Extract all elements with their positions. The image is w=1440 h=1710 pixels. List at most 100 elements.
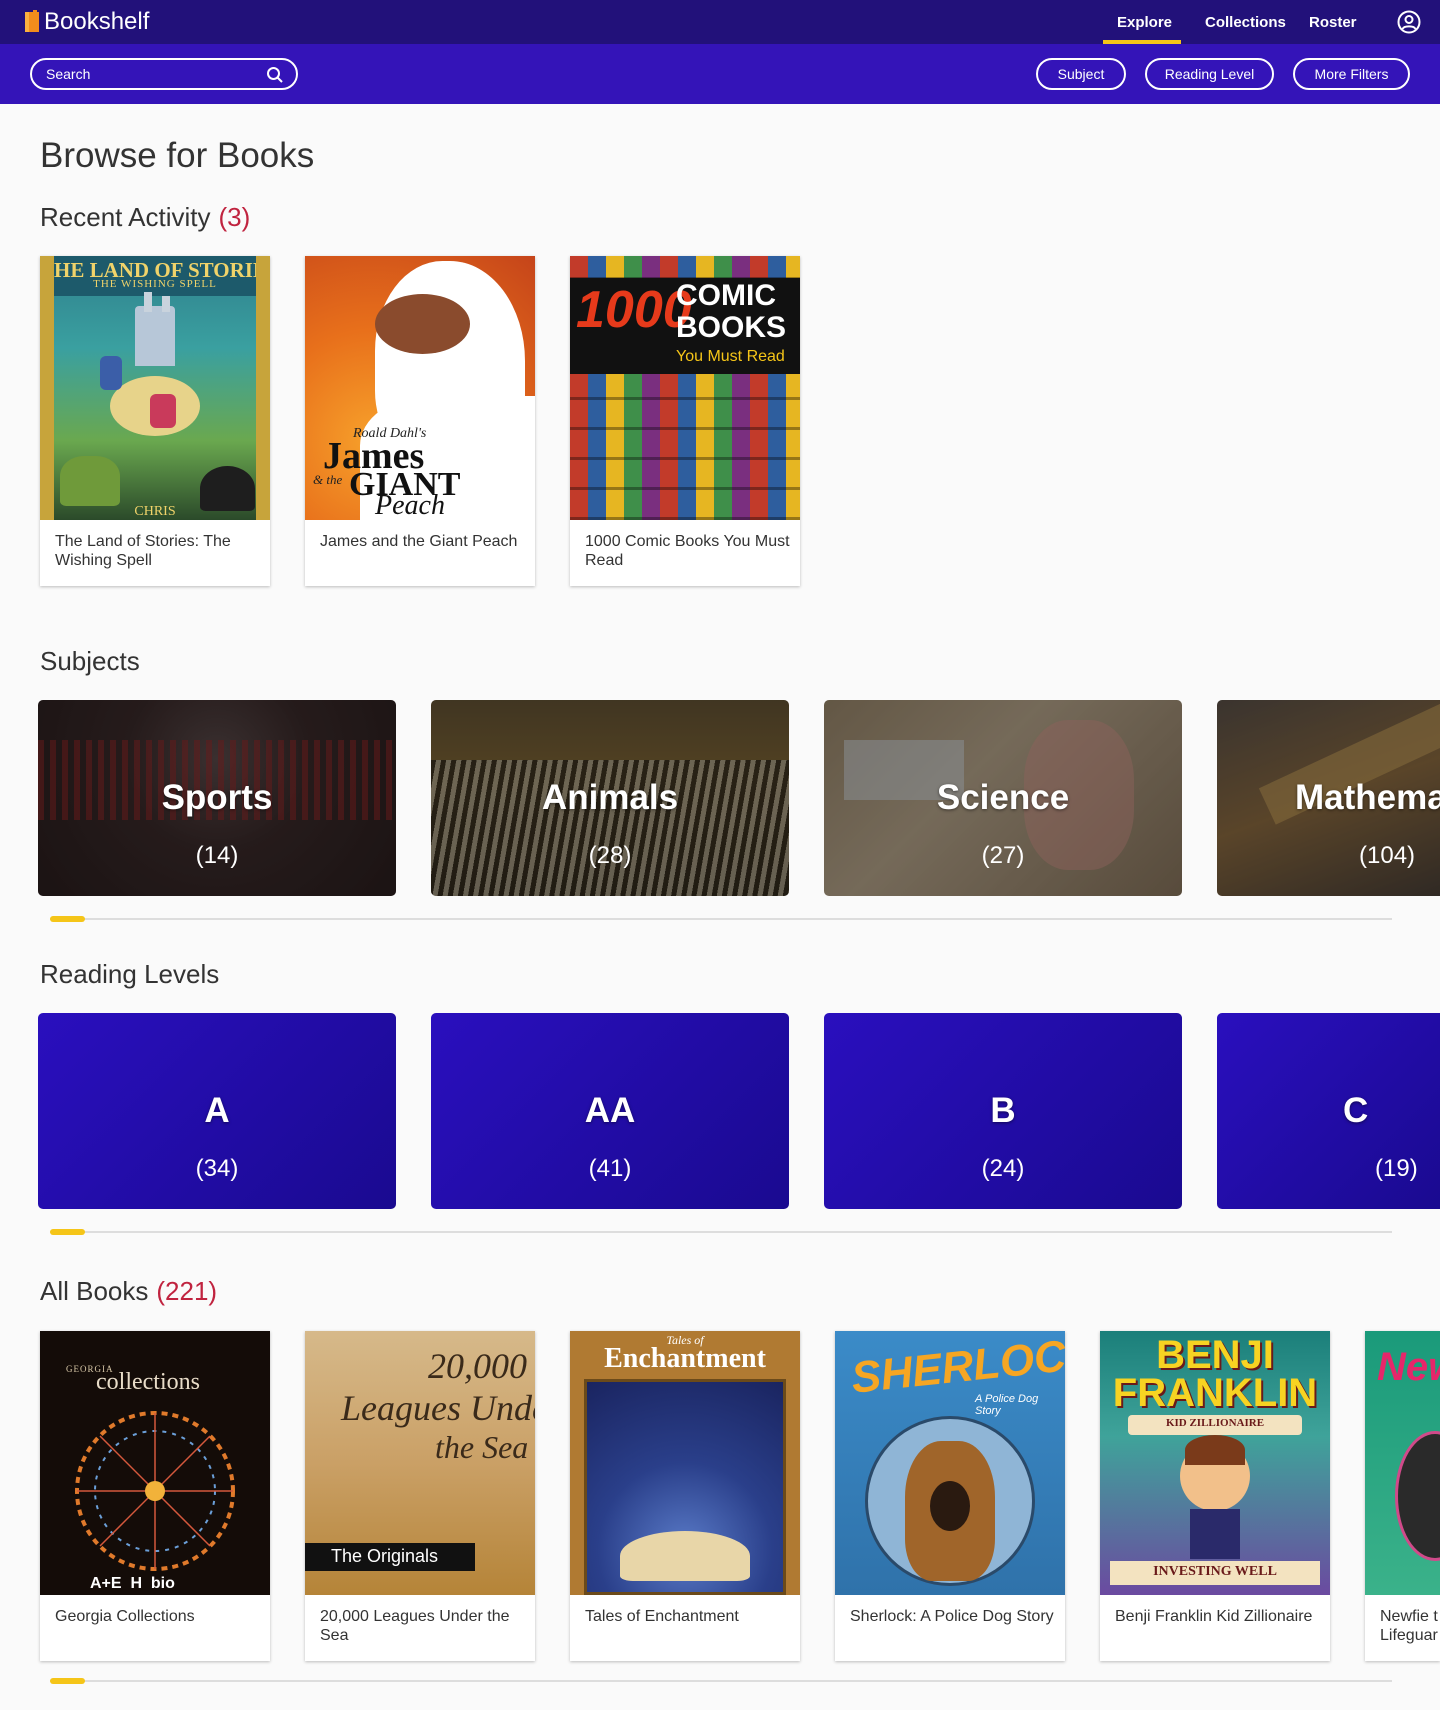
search-box[interactable]: [30, 58, 298, 90]
book-title: 1000 Comic Books You Must Read: [585, 533, 790, 569]
nav-explore[interactable]: Explore: [1117, 14, 1172, 31]
subjects-heading: Subjects: [40, 646, 140, 676]
subjects-scroll-thumb[interactable]: [50, 916, 85, 922]
search-icon[interactable]: [266, 66, 284, 84]
reading-levels-heading: Reading Levels: [40, 959, 220, 989]
cover-and: & the: [313, 472, 343, 487]
level-count: (41): [588, 1155, 632, 1182]
subject-name: Science: [936, 778, 1070, 817]
filter-bar: Subject Reading Level More Filters: [0, 44, 1440, 104]
recent-activity-count: (3): [218, 202, 251, 232]
subject-count: (14): [195, 842, 239, 869]
nav-roster[interactable]: Roster: [1309, 14, 1357, 31]
ferris-wheel-illustration: [75, 1411, 235, 1571]
book-card-20000-leagues[interactable]: 20,000 Leagues Under the Sea The Origina…: [305, 1331, 535, 1661]
recent-activity-title: Recent Activity: [40, 202, 211, 232]
cover-extra: Peach: [375, 490, 445, 520]
book-cover: 20,000 Leagues Under the Sea The Origina…: [305, 1331, 535, 1595]
book-title: Sherlock: A Police Dog Story: [850, 1608, 1054, 1625]
more-filters-button[interactable]: More Filters: [1293, 58, 1410, 90]
book-title: Benji Franklin Kid Zillionaire: [1115, 1608, 1313, 1625]
cover-subtitle: FRANKLIN: [1112, 1371, 1318, 1415]
cover-subtitle: A Police Dog Story: [975, 1393, 1039, 1417]
subject-filter-button[interactable]: Subject: [1036, 58, 1126, 90]
subject-tile-mathematics[interactable]: Mathema (104): [1217, 700, 1440, 896]
book-card-newfie-lifeguard[interactable]: New Newfie t Lifeguar: [1365, 1331, 1440, 1661]
app-name: Bookshelf: [44, 8, 150, 35]
user-circle-icon[interactable]: [1397, 10, 1421, 34]
cover-subtitle: Leagues Under: [341, 1388, 535, 1428]
book-cover: SHERLOCK A Police Dog Story: [835, 1331, 1065, 1595]
cover-author: A+E H bio: [90, 1575, 175, 1592]
book-card-benji-franklin[interactable]: BENJI FRANKLIN KID ZILLIONAIRE INVESTING…: [1100, 1331, 1330, 1661]
reading-level-filter-button[interactable]: Reading Level: [1145, 58, 1274, 90]
book-cover: THE LAND OF STORIES THE WISHING SPELL CH…: [40, 256, 270, 520]
search-input[interactable]: [46, 66, 246, 82]
book-title: Tales of Enchantment: [585, 1608, 739, 1625]
level-tile-a[interactable]: A (34): [38, 1013, 396, 1209]
subject-tile-science[interactable]: Science (27): [824, 700, 1182, 896]
book-cover: BENJI FRANKLIN KID ZILLIONAIRE INVESTING…: [1100, 1331, 1330, 1595]
book-card-james-giant-peach[interactable]: Roald Dahl's James & the GIANT Peach Jam…: [305, 256, 535, 586]
all-books-scrollbar[interactable]: [50, 1680, 1392, 1682]
book-title: The Land of Stories: The Wishing Spell: [55, 533, 231, 569]
subject-tile-sports[interactable]: Sports (14): [38, 700, 396, 896]
book-cover: Tales of Enchantment: [570, 1331, 800, 1595]
all-books-heading: All Books (221): [40, 1276, 217, 1307]
level-count: (19): [1375, 1155, 1418, 1182]
app-logo[interactable]: Bookshelf: [24, 8, 149, 36]
book-cover: GEORGIA collections A+E H bio: [40, 1331, 270, 1595]
cover-extra: the Sea: [435, 1429, 529, 1465]
level-tile-c[interactable]: C (19): [1217, 1013, 1440, 1209]
level-count: (24): [981, 1155, 1025, 1182]
subject-name: Animals: [541, 778, 679, 817]
book-card-tales-of-enchantment[interactable]: Tales of Enchantment Tales of Enchantmen…: [570, 1331, 800, 1661]
subjects-scrollbar[interactable]: [50, 918, 1392, 920]
level-tile-aa[interactable]: AA (41): [431, 1013, 789, 1209]
book-title: Newfie t Lifeguar: [1380, 1608, 1438, 1644]
subject-name: Mathema: [1295, 778, 1440, 817]
cover-tagline: KID ZILLIONAIRE: [1165, 1417, 1265, 1429]
book-title: James and the Giant Peach: [320, 533, 518, 550]
all-books-scroll-thumb[interactable]: [50, 1678, 85, 1684]
cover-subtitle: THE WISHING SPELL: [93, 278, 217, 290]
level-name: A: [204, 1091, 230, 1130]
subject-count: (27): [981, 842, 1025, 869]
book-card-sherlock[interactable]: SHERLOCK A Police Dog Story Sherlock: A …: [835, 1331, 1065, 1661]
cover-title: 1000: [576, 281, 692, 339]
cover-author: CHRIS: [134, 504, 176, 519]
level-name: C: [1343, 1091, 1369, 1130]
book-cover: Roald Dahl's James & the GIANT Peach: [305, 256, 535, 520]
cover-title: Enchantment: [604, 1343, 766, 1374]
all-books-count: (221): [156, 1276, 218, 1306]
cover-extra: INVESTING WELL: [1153, 1564, 1277, 1579]
levels-scroll-thumb[interactable]: [50, 1229, 85, 1235]
nav-collections[interactable]: Collections: [1205, 14, 1286, 31]
levels-scrollbar[interactable]: [50, 1231, 1392, 1233]
level-name: AA: [584, 1091, 636, 1130]
page-title: Browse for Books: [40, 136, 315, 175]
book-icon: [25, 10, 39, 32]
book-card-1000-comic-books[interactable]: 1000 COMIC BOOKS You Must Read 1000 Comi…: [570, 256, 800, 586]
cover-author: You Must Read: [676, 348, 785, 365]
cover-title: 20,000: [428, 1346, 527, 1386]
subject-count: (104): [1359, 842, 1416, 869]
cover-subtitle: COMIC BOOKS: [676, 279, 787, 344]
all-books-title: All Books: [40, 1276, 149, 1306]
cover-title: New: [1377, 1345, 1440, 1389]
book-card-land-of-stories[interactable]: THE LAND OF STORIES THE WISHING SPELL CH…: [40, 256, 270, 586]
level-tile-b[interactable]: B (24): [824, 1013, 1182, 1209]
book-cover: 1000 COMIC BOOKS You Must Read: [570, 256, 800, 520]
cover-series: The Originals: [331, 1546, 439, 1566]
level-name: B: [990, 1091, 1016, 1130]
book-card-georgia-collections[interactable]: GEORGIA collections A+E H bio Georgia Co…: [40, 1331, 270, 1661]
book-cover: New: [1365, 1331, 1440, 1595]
top-bar: Bookshelf Explore Collections Roster: [0, 0, 1440, 44]
cover-title: collections: [96, 1369, 200, 1395]
level-count: (34): [195, 1155, 239, 1182]
subject-name: Sports: [161, 778, 273, 817]
book-title: 20,000 Leagues Under the Sea: [320, 1608, 510, 1644]
recent-activity-heading: Recent Activity (3): [40, 202, 250, 233]
subject-tile-animals[interactable]: Animals (28): [431, 700, 789, 896]
book-title: Georgia Collections: [55, 1608, 195, 1625]
